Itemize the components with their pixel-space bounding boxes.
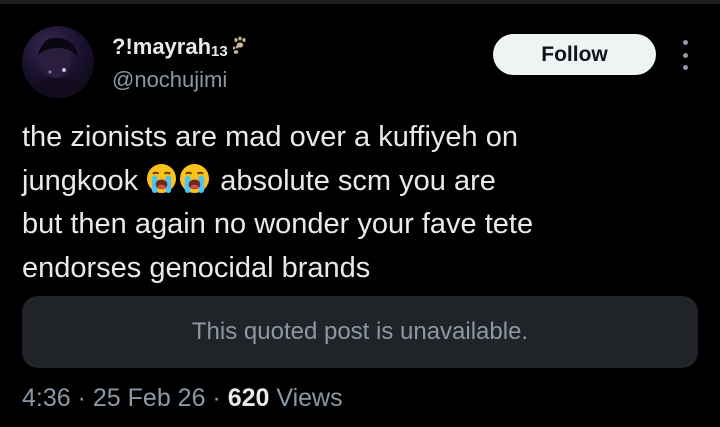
tweet-line-2-end: absolute scm you are: [220, 164, 496, 197]
display-name-subscript: 13: [211, 43, 228, 60]
tweet-line-1: the zionists are mad over a kuffiyeh on: [22, 121, 518, 153]
follow-button[interactable]: Follow: [493, 34, 656, 75]
avatar[interactable]: [22, 26, 94, 98]
more-options-icon[interactable]: [676, 40, 694, 70]
tweet-line-2: jungkook absolute scm you are: [22, 160, 682, 204]
display-name[interactable]: ?!mayrah 13: [112, 34, 250, 60]
paw-prints-icon: [232, 36, 246, 54]
tweet-text: the zionists are mad over a kuffiyeh on …: [22, 116, 682, 290]
more-dot: [682, 65, 688, 70]
post-date[interactable]: 25 Feb 26: [93, 384, 206, 412]
views-count[interactable]: 620: [228, 384, 270, 412]
tweet-line-4: endorses genocidal brands: [22, 251, 371, 284]
tweet-line-3: but then again no wonder your fave tete: [22, 208, 534, 240]
meta-separator: ·: [205, 384, 228, 412]
loudly-crying-face-emoji-icon: [147, 163, 177, 193]
quoted-post-message: This quoted post is unavailable.: [191, 318, 529, 345]
more-dot: [682, 52, 688, 58]
views-label: Views: [269, 384, 343, 412]
quoted-post-unavailable: This quoted post is unavailable.: [22, 296, 698, 368]
more-dot: [682, 40, 688, 45]
display-name-text: ?!mayrah: [112, 34, 212, 59]
tweet-metadata: 4:36 · 25 Feb 26 · 620 Views: [22, 384, 343, 413]
post-time[interactable]: 4:36: [22, 384, 71, 412]
author-handle[interactable]: @nochujimi: [112, 67, 227, 93]
hashtag-text: jungkook: [22, 164, 139, 197]
meta-separator: ·: [70, 384, 93, 412]
top-divider: [0, 0, 720, 4]
loudly-crying-face-emoji-icon: [180, 163, 210, 193]
